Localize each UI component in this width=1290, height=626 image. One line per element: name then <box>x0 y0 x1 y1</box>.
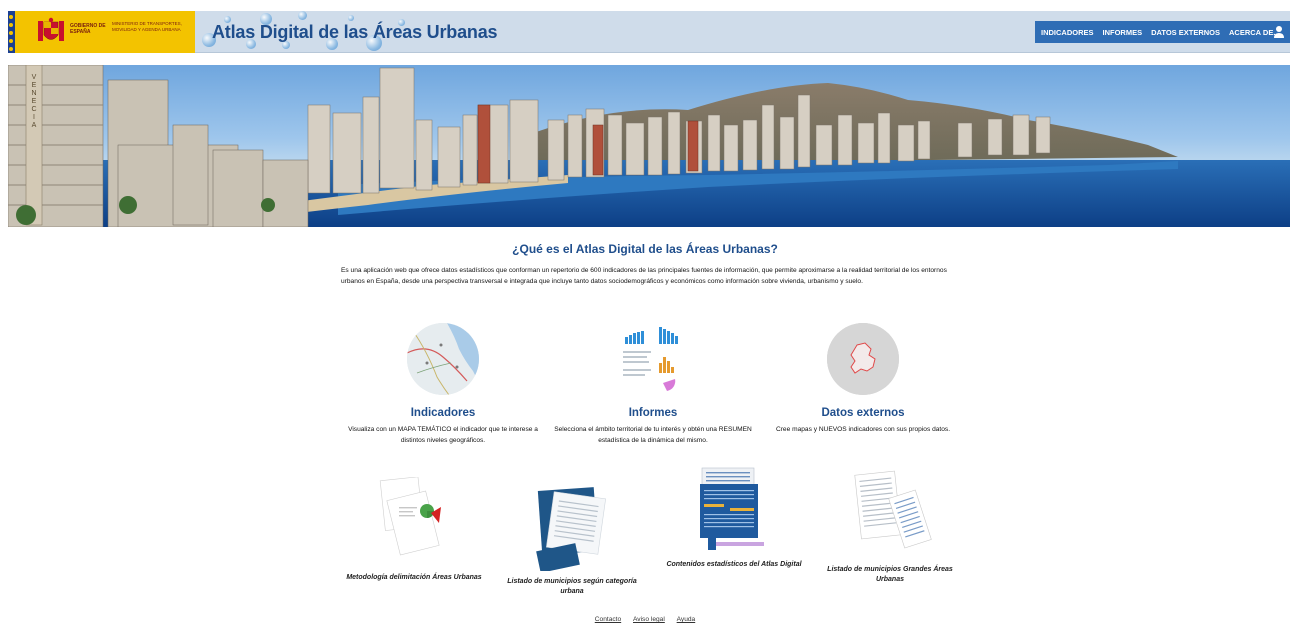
feature-title-datos-externos[interactable]: Datos externos <box>763 407 963 419</box>
doc-listado-grandes-areas[interactable]: Listado de municipios Grandes Áreas Urba… <box>820 469 960 585</box>
feature-indicadores[interactable]: Indicadores Visualiza con un MAPA TEMÁTI… <box>343 323 543 446</box>
doc-contenidos[interactable]: Contenidos estadísticos del Atlas Digita… <box>664 466 804 570</box>
intro-title: ¿Qué es el Atlas Digital de las Áreas Ur… <box>512 242 778 256</box>
feature-title-indicadores[interactable]: Indicadores <box>343 407 543 419</box>
footer-link-contacto[interactable]: Contacto <box>595 616 621 623</box>
nav-acerca-de[interactable]: ACERCA DE... <box>1229 28 1280 37</box>
eu-flag-strip <box>8 11 15 53</box>
benidorm-panorama: VENECIA <box>8 65 1290 227</box>
site-title[interactable]: Atlas Digital de las Áreas Urbanas <box>212 22 498 43</box>
doc-caption-metodologia[interactable]: Metodología delimitación Áreas Urbanas <box>344 573 484 583</box>
government-label: GOBIERNO DE ESPAÑA <box>70 23 106 35</box>
city-banner-image: VENECIA <box>8 65 1290 227</box>
doc-caption-grandes-areas[interactable]: Listado de municipios Grandes Áreas Urba… <box>820 565 960 585</box>
methodology-document-icon[interactable] <box>379 476 449 567</box>
report-thumbnail-icon[interactable] <box>617 323 689 395</box>
map-thumbnail-icon[interactable] <box>407 323 479 395</box>
user-icon[interactable] <box>1273 25 1285 39</box>
external-data-thumbnail-icon[interactable] <box>827 323 899 395</box>
nav-informes[interactable]: INFORMES <box>1103 28 1143 37</box>
doc-metodologia[interactable]: Metodología delimitación Áreas Urbanas <box>344 476 484 583</box>
footer-link-aviso-legal[interactable]: Aviso legal <box>633 616 665 623</box>
footer: Contacto Aviso legal Ayuda <box>0 616 1290 623</box>
government-logo[interactable]: GOBIERNO DE ESPAÑA MINISTERIO DE TRANSPO… <box>8 11 195 53</box>
doc-listado-categoria[interactable]: Listado de municipios según categoría ur… <box>502 483 642 597</box>
nav-indicadores[interactable]: INDICADORES <box>1041 28 1094 37</box>
intro-text: Es una aplicación web que ofrece datos e… <box>341 267 947 285</box>
feature-desc-indicadores: Visualiza con un MAPA TEMÁTICO el indica… <box>348 426 538 444</box>
main-nav: INDICADORES INFORMES DATOS EXTERNOS ACER… <box>1035 21 1290 43</box>
feature-desc-informes: Selecciona el ámbito territorial de tu i… <box>554 426 752 444</box>
feature-desc-datos-externos: Cree mapas y NUEVOS indicadores con sus … <box>775 426 951 433</box>
large-urban-areas-document-icon[interactable] <box>848 469 932 559</box>
statistical-contents-document-icon[interactable] <box>698 466 770 554</box>
municipalities-category-document-icon[interactable] <box>532 483 612 573</box>
feature-informes[interactable]: Informes Selecciona el ámbito territoria… <box>553 323 753 446</box>
coat-of-arms-icon <box>38 17 64 41</box>
top-header: GOBIERNO DE ESPAÑA MINISTERIO DE TRANSPO… <box>8 11 1290 53</box>
doc-caption-categoria[interactable]: Listado de municipios según categoría ur… <box>502 577 642 597</box>
doc-caption-contenidos[interactable]: Contenidos estadísticos del Atlas Digita… <box>664 560 804 570</box>
footer-link-ayuda[interactable]: Ayuda <box>677 616 696 623</box>
feature-title-informes[interactable]: Informes <box>553 407 753 419</box>
ministry-label: MINISTERIO DE TRANSPORTES, MOVILIDAD Y A… <box>112 21 182 32</box>
feature-datos-externos[interactable]: Datos externos Cree mapas y NUEVOS indic… <box>763 323 963 436</box>
nav-datos-externos[interactable]: DATOS EXTERNOS <box>1151 28 1220 37</box>
